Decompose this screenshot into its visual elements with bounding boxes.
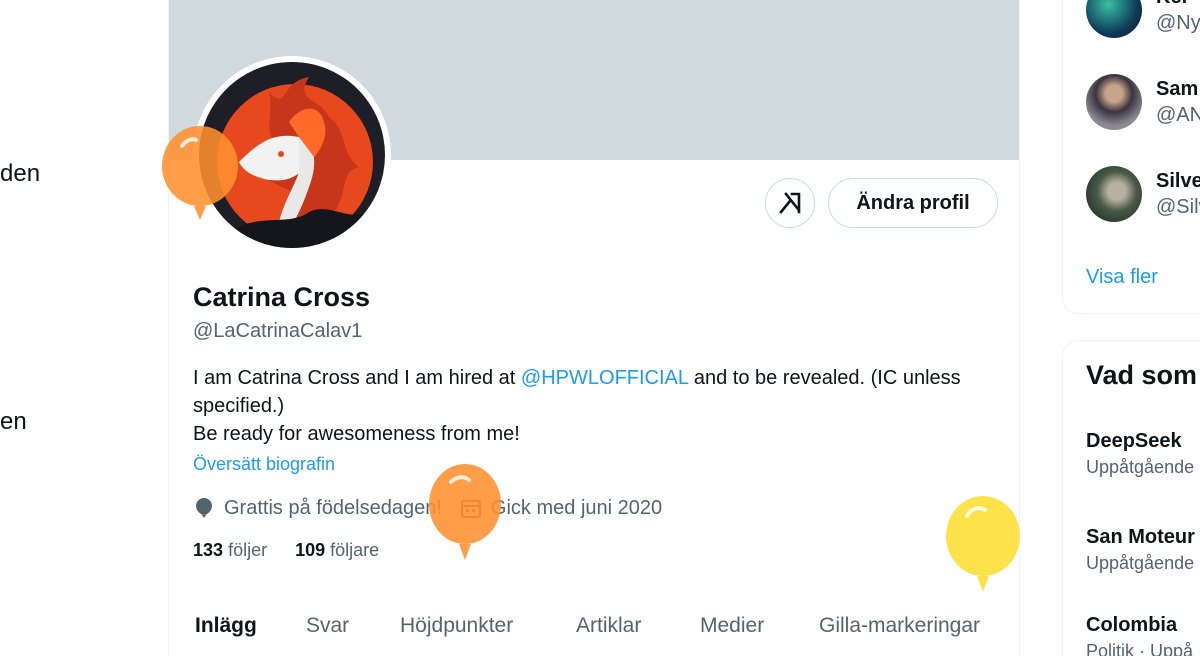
joined-text: Gick med juni 2020 xyxy=(490,496,663,519)
translate-bio-link[interactable]: Översätt biografin xyxy=(193,454,335,475)
following-link[interactable]: 133 följer xyxy=(193,540,267,561)
birthday-item: Grattis på födelsedagen! xyxy=(193,496,442,520)
avatar xyxy=(1086,74,1142,130)
tab-media[interactable]: Medier xyxy=(700,614,764,638)
trend-name: DeepSeek xyxy=(1086,430,1182,452)
profile-bio: I am Catrina Cross and I am hired at @HP… xyxy=(193,364,973,448)
bio-mention-link[interactable]: @HPWLOFFICIAL xyxy=(521,367,688,389)
profile-name: Catrina Cross xyxy=(193,282,371,312)
birthday-balloon-icon xyxy=(162,126,238,220)
trend-name: Colombia xyxy=(1086,614,1178,636)
show-more-link[interactable]: Visa fler xyxy=(1086,266,1158,289)
followers-link[interactable]: 109 följare xyxy=(295,540,379,561)
trend-item[interactable]: Colombia Politik · Uppå xyxy=(1086,614,1193,656)
followers-label: följare xyxy=(330,540,380,560)
profile-column: Ändra profil Catrina Cross @LaCatrinaCal… xyxy=(168,0,1020,656)
trends-title: Vad som xyxy=(1086,360,1198,390)
follow-stats: 133 följer 109 följare xyxy=(193,540,407,561)
trend-name: San Moteur xyxy=(1086,526,1195,548)
tab-articles[interactable]: Artiklar xyxy=(576,614,641,638)
birthday-text: Grattis på födelsedagen! xyxy=(224,496,442,519)
tab-highlights[interactable]: Höjdpunkter xyxy=(400,614,513,638)
trend-meta: Politik · Uppå xyxy=(1086,641,1194,656)
birthday-balloon-icon xyxy=(429,464,501,560)
nav-item-fragment[interactable]: en xyxy=(0,408,27,436)
suggestion-handle: @Silv xyxy=(1156,196,1200,218)
suggestion-name: Sam xyxy=(1156,78,1199,100)
tab-posts[interactable]: Inlägg xyxy=(195,614,257,638)
left-nav: den en xyxy=(0,0,168,656)
trend-item[interactable]: DeepSeek Uppåtgående xyxy=(1086,430,1194,478)
tab-likes[interactable]: Gilla-markeringar xyxy=(819,614,980,638)
nav-item-fragment[interactable]: den xyxy=(0,160,40,188)
edit-profile-button[interactable]: Ändra profil xyxy=(828,178,998,228)
grok-icon xyxy=(779,192,801,214)
suggestion-name: Kei xyxy=(1156,0,1187,9)
trend-meta: Uppåtgående xyxy=(1086,457,1195,477)
birthday-balloon-icon xyxy=(946,496,1020,592)
right-sidebar: Kei @Ny Sam @AN Silve @Silv Visa fler Va… xyxy=(1062,0,1200,656)
profile-tabs: Inlägg Svar Höjdpunkter Artiklar Medier … xyxy=(169,600,1019,656)
trend-meta: Uppåtgående xyxy=(1086,553,1195,573)
trend-item[interactable]: San Moteur Uppåtgående xyxy=(1086,526,1195,574)
suggestion-handle: @AN xyxy=(1156,104,1200,126)
grok-button[interactable] xyxy=(765,178,815,228)
bio-text: I am Catrina Cross and I am hired at xyxy=(193,367,521,389)
avatar xyxy=(1086,166,1142,222)
profile-handle: @LaCatrinaCalav1 xyxy=(193,320,363,342)
balloon-icon xyxy=(196,498,212,518)
bio-text: Be ready for awesomeness from me! xyxy=(193,423,520,445)
suggestion-handle: @Ny xyxy=(1156,12,1200,34)
followers-count: 109 xyxy=(295,540,326,560)
following-label: följer xyxy=(228,540,268,560)
suggestion-name: Silve xyxy=(1156,170,1200,192)
tab-replies[interactable]: Svar xyxy=(306,614,349,638)
following-count: 133 xyxy=(193,540,224,560)
